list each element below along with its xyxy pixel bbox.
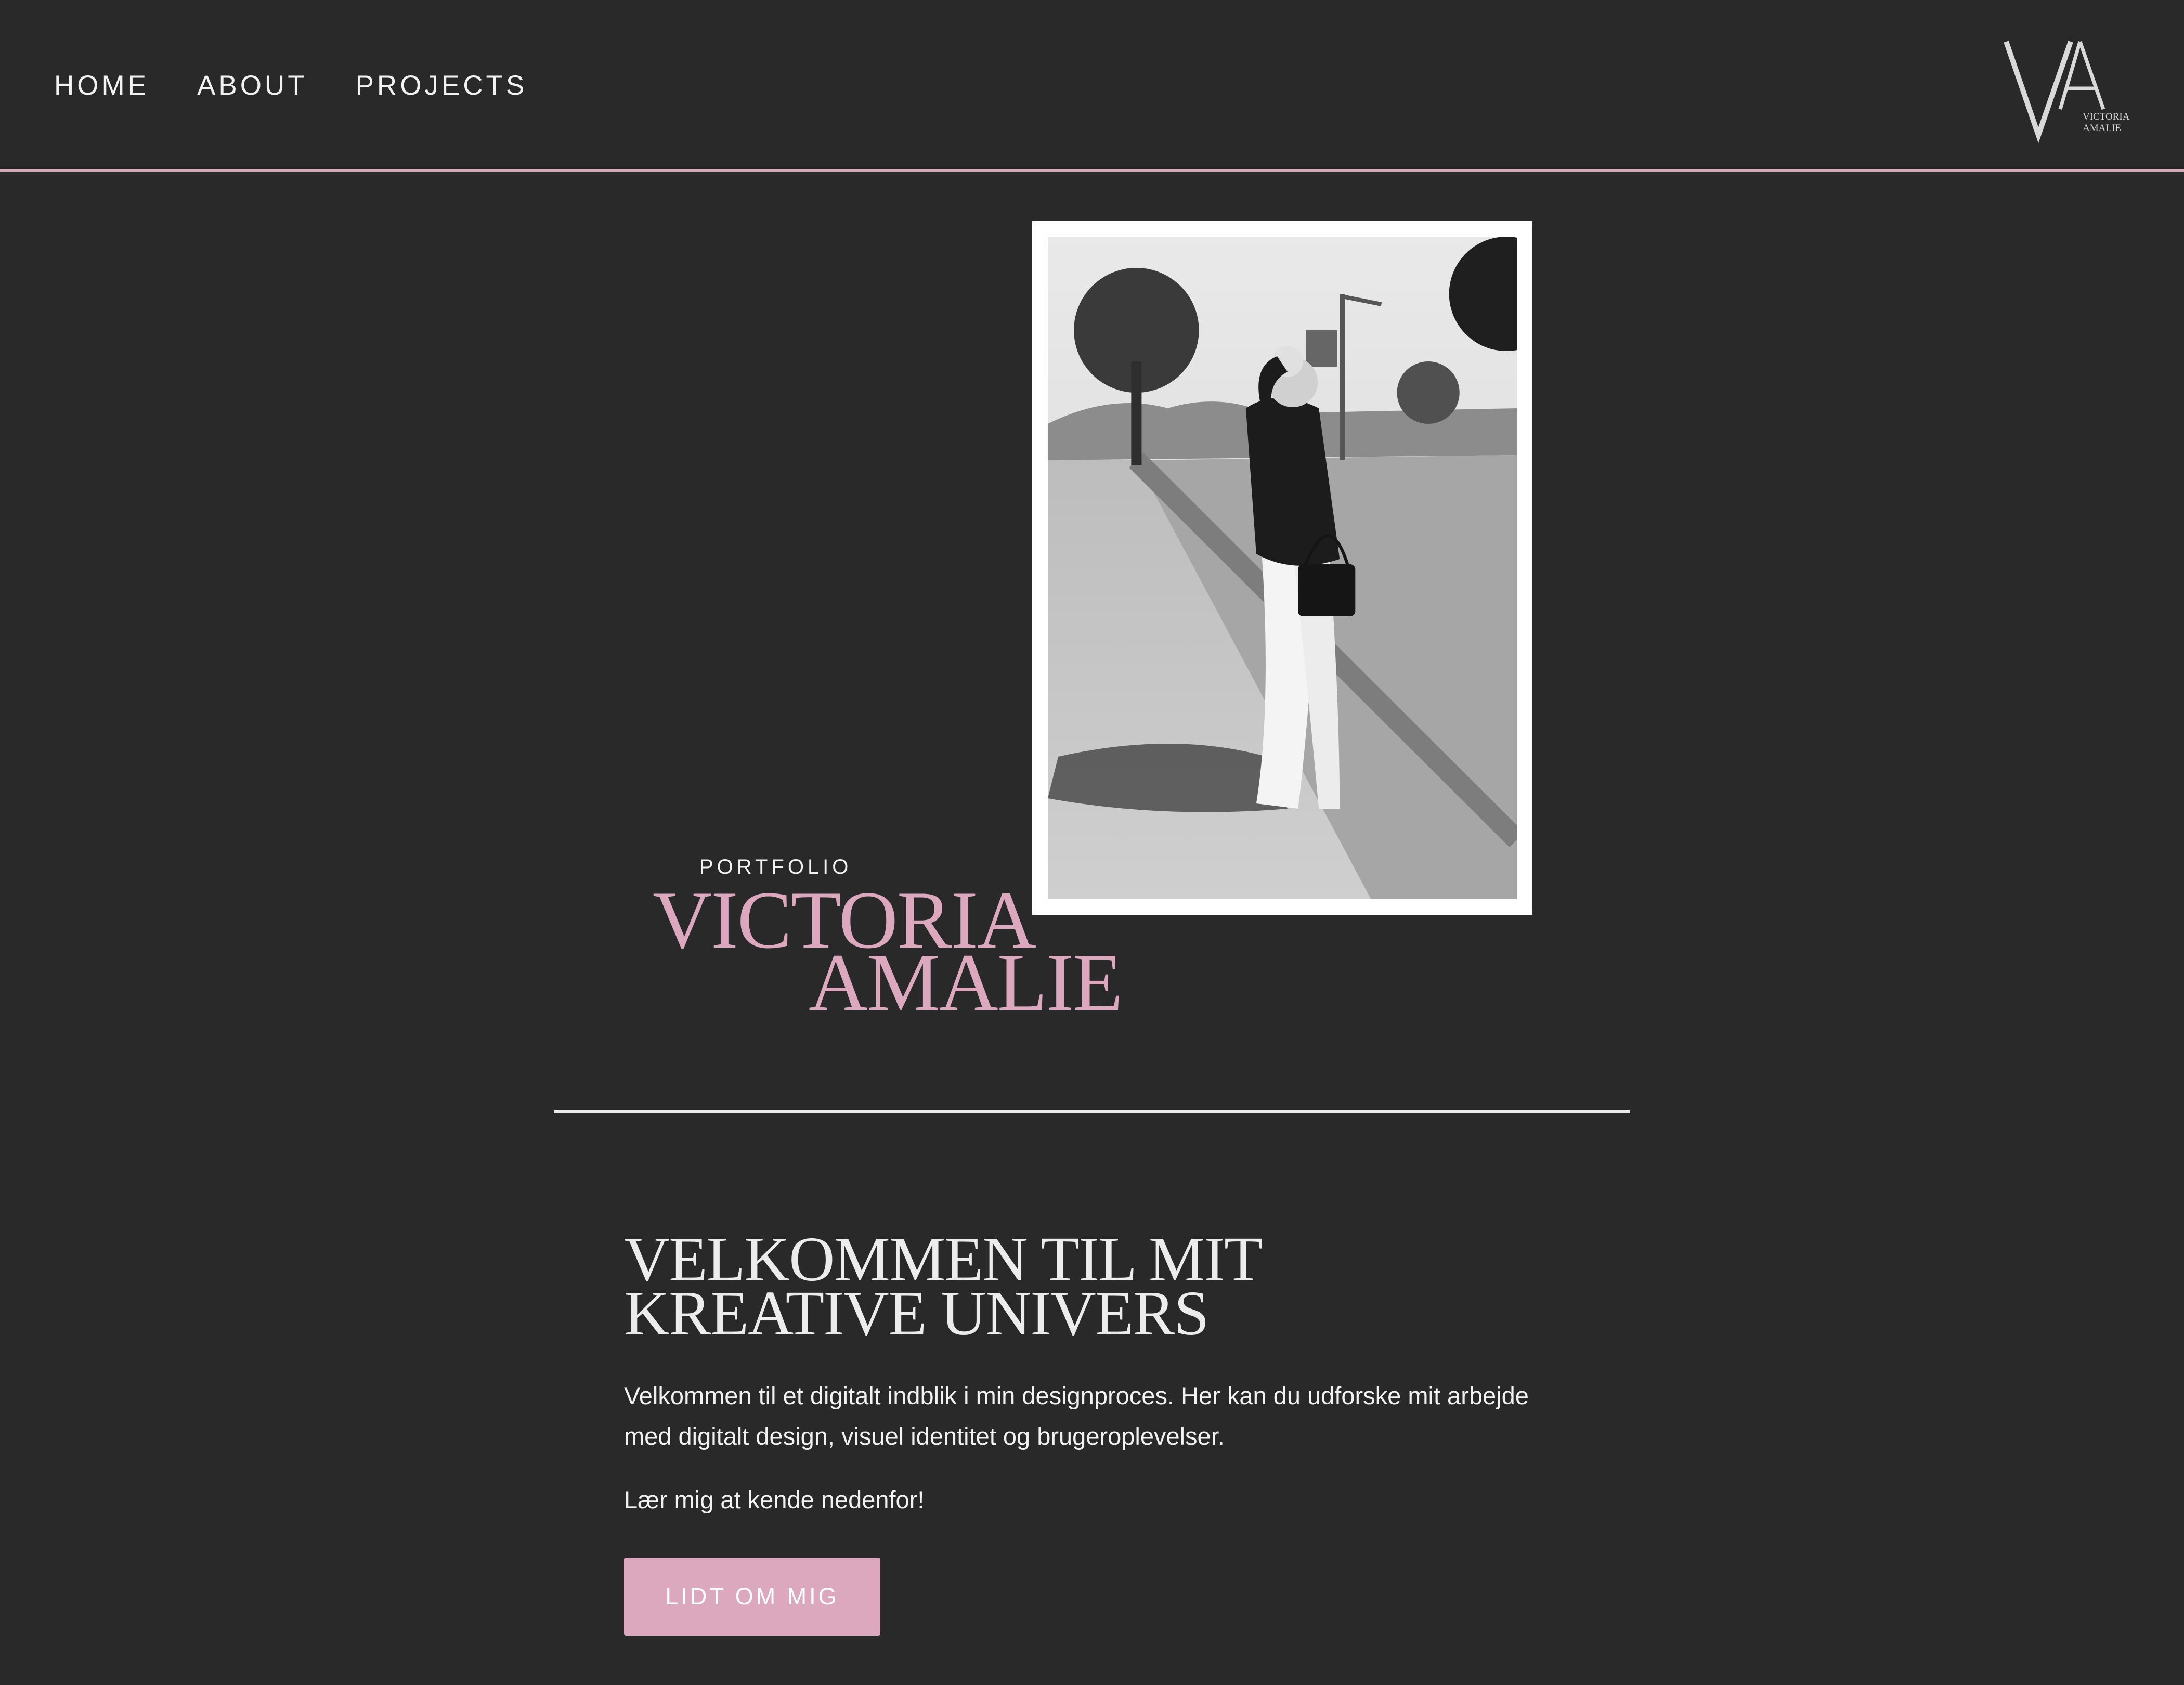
va-monogram-logo: VICTORIA AMALIE: [2004, 41, 2130, 144]
section-divider: [554, 1110, 1630, 1113]
welcome-invite-text: Lær mig at kende nedenfor!: [624, 1486, 925, 1513]
logo-line2: AMALIE: [2083, 123, 2121, 134]
welcome-title-line2: KREATIVE UNIVERS: [624, 1278, 1210, 1349]
hero-photo-frame: [1032, 221, 1532, 915]
nav-about-link[interactable]: ABOUT: [197, 68, 308, 104]
site-header: HOME ABOUT PROJECTS VICTORIA AMALIE: [0, 0, 2184, 172]
welcome-title: VELKOMMEN TIL MIT KREATIVE UNIVERS: [624, 1228, 1612, 1349]
nav-home-link[interactable]: HOME: [54, 68, 149, 104]
nav-projects-link[interactable]: PROJECTS: [356, 68, 528, 104]
site-logo[interactable]: VICTORIA AMALIE: [2002, 31, 2132, 146]
welcome-paragraph: Velkommen til et digitalt indblik i min …: [624, 1382, 1529, 1450]
hero-photo: [1048, 237, 1517, 899]
logo-line1: VICTORIA: [2083, 111, 2130, 122]
main-nav: HOME ABOUT PROJECTS: [54, 68, 527, 104]
hero-name-line2: AMALIE: [809, 937, 1123, 1028]
about-me-button[interactable]: LIDT OM MIG: [624, 1558, 880, 1636]
